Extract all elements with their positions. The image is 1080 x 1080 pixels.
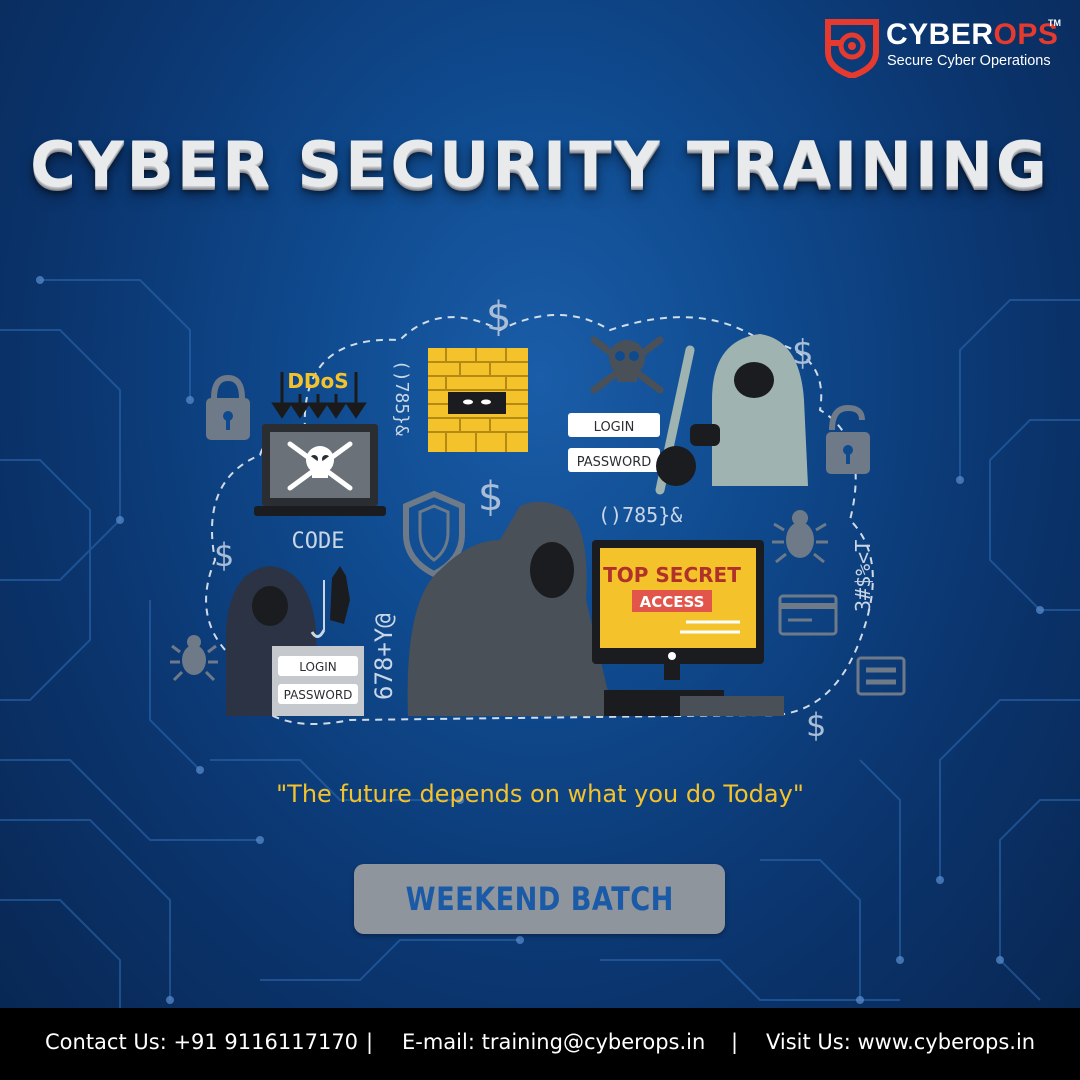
- phishing-hacker-figure: LOGIN PASSWORD: [226, 566, 364, 716]
- symbols-vertical-2: 678+Y@: [370, 613, 398, 700]
- footer-separator: |: [366, 1030, 374, 1054]
- weekend-batch-label: WEEKEND BATCH: [405, 880, 674, 918]
- bug-icon: [772, 510, 828, 564]
- padlock-open-icon: [826, 404, 870, 474]
- contact-phone[interactable]: Contact Us: +91 9116117170: [45, 1030, 358, 1054]
- credit-card-icon: [778, 594, 838, 636]
- symbols-vertical-1: ()785}&: [391, 360, 412, 436]
- top-secret-label: TOP SECRET: [603, 563, 741, 587]
- quote-text: "The future depends on what you do Today…: [276, 780, 804, 808]
- weekend-batch-button[interactable]: WEEKEND BATCH: [354, 864, 725, 934]
- bug-icon: [170, 635, 218, 682]
- login-label: LOGIN: [299, 660, 337, 674]
- access-label: ACCESS: [640, 593, 705, 611]
- dollar-icon: $: [214, 536, 234, 574]
- symbols-vertical-3: 3#$%<T: [851, 540, 875, 612]
- password-label: PASSWORD: [577, 455, 652, 470]
- dollar-icon: $: [806, 706, 826, 744]
- top-secret-monitor-icon: TOP SECRET ACCESS: [592, 540, 764, 680]
- padlock-icon: [206, 374, 250, 440]
- symbols-horizontal: ()785}&: [598, 503, 682, 527]
- dollar-icon: $: [486, 294, 511, 340]
- poster: CYBEROPS TM Secure Cyber Operations CYBE…: [0, 0, 1080, 1080]
- firewall-icon: [428, 348, 528, 452]
- ddos-label: DDoS: [287, 369, 348, 393]
- contact-email[interactable]: E-mail: training@cyberops.in: [402, 1030, 705, 1054]
- code-label: CODE: [292, 529, 345, 554]
- laptop-skull-icon: [254, 424, 386, 516]
- password-label: PASSWORD: [284, 688, 353, 702]
- dollar-icon: $: [478, 474, 503, 520]
- hacker-crowbar-figure: [655, 334, 808, 495]
- website-link[interactable]: Visit Us: www.cyberops.in: [766, 1030, 1035, 1054]
- login-form-top: LOGIN PASSWORD: [568, 413, 660, 472]
- server-icon: [856, 656, 906, 696]
- skull-crossbones-icon: [590, 336, 664, 394]
- footer-bar: Contact Us: +91 9116117170 | E-mail: tra…: [0, 1008, 1080, 1080]
- login-label: LOGIN: [594, 420, 635, 435]
- footer-separator: |: [731, 1030, 739, 1054]
